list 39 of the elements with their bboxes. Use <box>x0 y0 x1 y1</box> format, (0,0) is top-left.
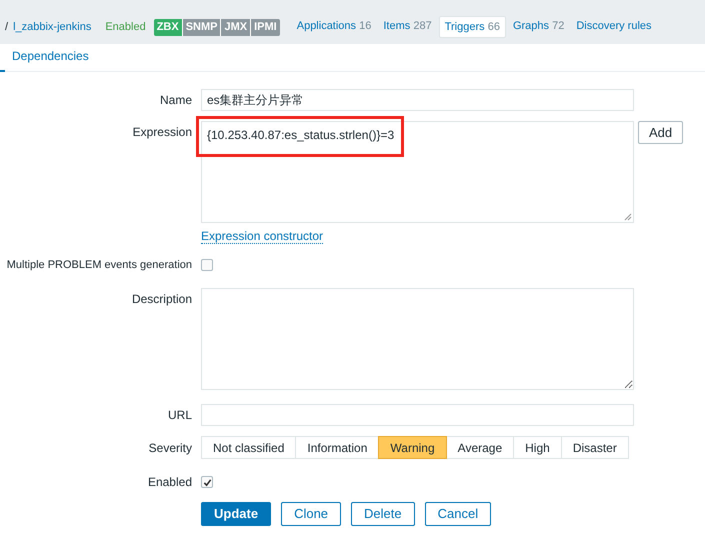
name-input[interactable]: es集群主分片异常 <box>201 89 634 111</box>
field-label: Severity <box>148 440 192 456</box>
host-tab[interactable]: Applications 16 <box>292 16 376 38</box>
field-label: Description <box>132 291 192 308</box>
severity-option[interactable]: Not classified <box>201 436 296 459</box>
interface-badge: ZBX <box>154 18 183 36</box>
field-label: Enabled <box>148 474 192 491</box>
url-input[interactable] <box>201 404 634 426</box>
multiple-events-checkbox[interactable] <box>201 259 213 271</box>
field-label: Multiple PROBLEM events generation <box>6 258 192 273</box>
severity-option[interactable]: High <box>513 436 562 459</box>
form-button[interactable]: Delete <box>351 502 415 526</box>
host-tab[interactable]: Triggers 66 <box>438 16 506 38</box>
form-button[interactable]: Cancel <box>424 502 492 526</box>
form-button[interactable]: Update <box>201 502 272 526</box>
interface-badge: JMX <box>221 18 252 36</box>
breadcrumb-separator: / <box>5 20 8 35</box>
field-label: Expression <box>132 124 192 141</box>
severity-option[interactable]: Information <box>295 436 380 459</box>
expression-text[interactable]: {10.253.40.87:es_status.strlen()}=3 <box>207 126 394 144</box>
severity-option[interactable]: Disaster <box>560 436 629 459</box>
interface-badge: SNMP <box>182 18 222 36</box>
interface-badge: IPMI <box>251 18 280 36</box>
dependencies-tab[interactable]: Dependencies <box>12 47 89 71</box>
resize-grip-icon <box>624 213 632 221</box>
host-tab[interactable]: Graphs 72 <box>508 16 570 38</box>
field-label: URL <box>168 407 192 424</box>
severity-option[interactable]: Warning <box>378 436 447 459</box>
add-button[interactable]: Add <box>638 121 684 144</box>
field-label: Name <box>160 92 192 109</box>
form-button[interactable]: Clone <box>281 502 342 526</box>
host-status: Enabled <box>105 20 146 35</box>
host-tab[interactable]: Items 287 <box>378 16 437 38</box>
expression-constructor-link[interactable]: Expression constructor <box>201 229 324 244</box>
severity-option[interactable]: Average <box>446 436 514 459</box>
description-field[interactable] <box>201 288 634 390</box>
enabled-checkbox[interactable] <box>201 476 213 488</box>
host-tab[interactable]: Discovery rules <box>571 16 657 38</box>
host-link[interactable]: l_zabbix-jenkins <box>13 18 92 36</box>
